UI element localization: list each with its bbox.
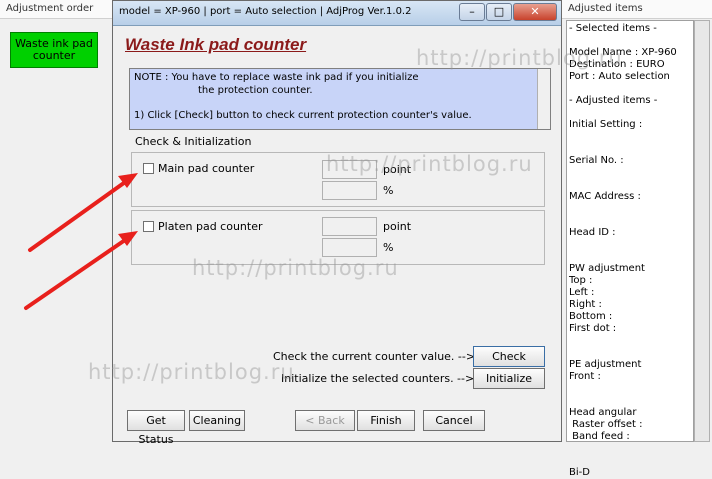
adjusted-item-line — [569, 443, 693, 455]
annotation-arrows — [24, 173, 138, 310]
adjusted-item-line — [569, 455, 693, 467]
adjusted-item-line: Bi-D — [569, 467, 590, 478]
